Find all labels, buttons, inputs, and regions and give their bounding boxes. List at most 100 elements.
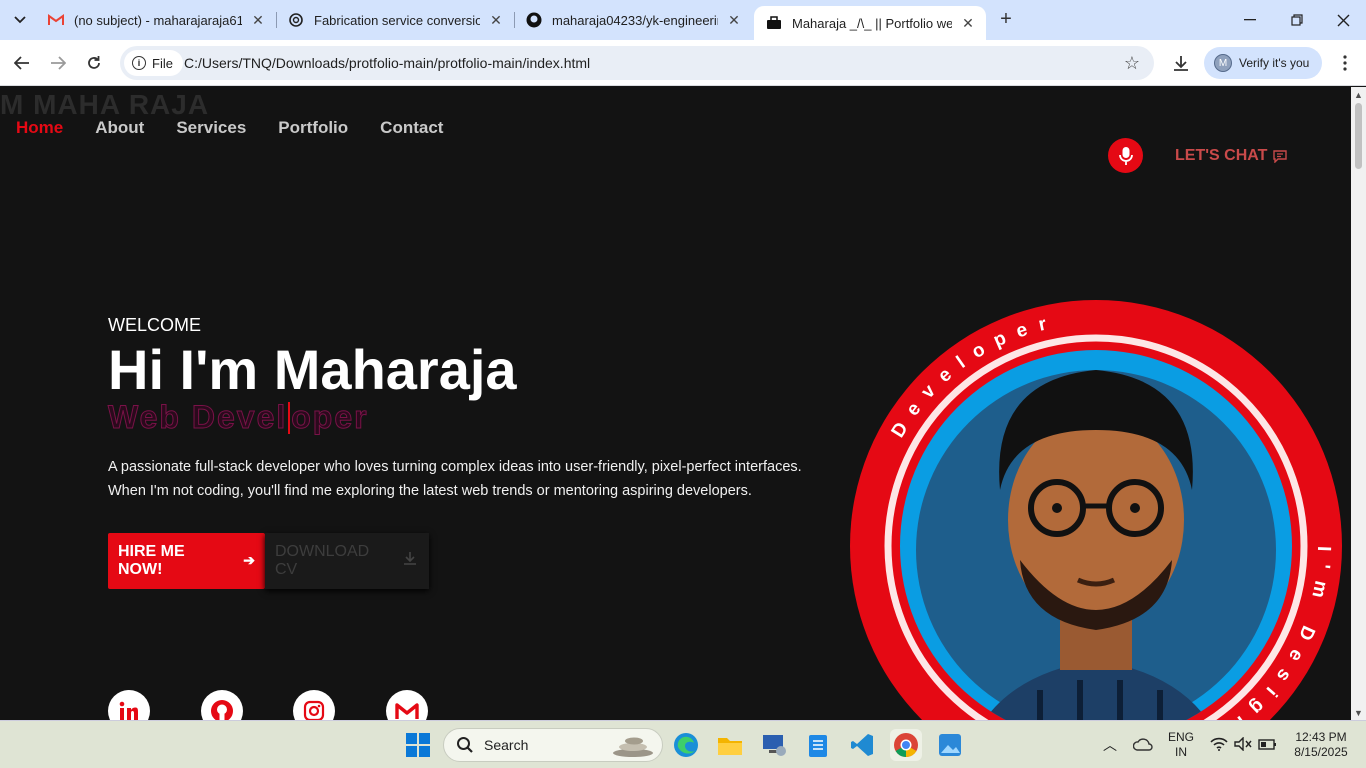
- reload-icon[interactable]: [84, 53, 104, 73]
- microphone-button[interactable]: [1108, 138, 1143, 173]
- stones-icon: [613, 737, 653, 757]
- nav-about[interactable]: About: [95, 118, 144, 138]
- hire-me-button[interactable]: HIRE ME NOW! ➔: [108, 533, 265, 589]
- photos-icon: [939, 734, 961, 756]
- remote-desktop-icon: [763, 735, 786, 756]
- lets-chat-label: LET'S CHAT: [1175, 147, 1268, 164]
- tab-github[interactable]: maharaja04233/yk-engineering ✕: [514, 0, 752, 40]
- github-link[interactable]: [201, 690, 243, 720]
- tab-title: Fabrication service conversion: [314, 12, 480, 28]
- scroll-down-icon[interactable]: ▼: [1354, 708, 1363, 718]
- region-code: IN: [1175, 745, 1187, 759]
- instagram-link[interactable]: [293, 690, 335, 720]
- description-line: A passionate full-stack developer who lo…: [108, 459, 802, 475]
- tab-title: maharaja04233/yk-engineering: [552, 12, 718, 28]
- chrome-icon: [894, 733, 918, 757]
- profile-portrait: I'm Designer Developer: [850, 300, 1342, 720]
- minimize-icon[interactable]: [1240, 10, 1260, 30]
- info-icon: i: [132, 56, 146, 70]
- restore-icon[interactable]: [1287, 10, 1307, 30]
- close-icon[interactable]: ✕: [488, 12, 504, 28]
- lets-chat-button[interactable]: LET'S CHAT: [1175, 147, 1288, 165]
- tab-gmail[interactable]: (no subject) - maharajaraja616@ ✕: [36, 0, 276, 40]
- verify-profile-button[interactable]: M Verify it's you: [1204, 47, 1322, 79]
- clock-date: 8/15/2025: [1294, 745, 1348, 759]
- site-info-chip[interactable]: i File: [124, 50, 183, 76]
- clock-time: 12:43 PM: [1295, 730, 1347, 744]
- volume-muted-icon[interactable]: [1234, 737, 1252, 751]
- tab-search-button[interactable]: [6, 7, 34, 33]
- description-line: When I'm not coding, you'll find me expl…: [108, 483, 752, 499]
- instagram-icon: [303, 700, 325, 720]
- file-explorer-app[interactable]: [714, 729, 746, 761]
- gmail-icon: [48, 12, 64, 28]
- microphone-icon: [1118, 146, 1133, 165]
- linkedin-icon: [119, 701, 138, 720]
- edge-icon: [674, 733, 698, 757]
- remote-desktop-app[interactable]: [758, 729, 790, 761]
- chrome-app[interactable]: [890, 729, 922, 761]
- tab-title: (no subject) - maharajaraja616@: [74, 12, 242, 28]
- chevron-up-icon[interactable]: ︿: [1103, 735, 1117, 755]
- nav-services[interactable]: Services: [176, 118, 246, 138]
- arrow-right-icon: ➔: [243, 552, 255, 568]
- start-button[interactable]: [402, 729, 434, 761]
- folder-icon: [718, 738, 742, 755]
- linkedin-link[interactable]: [108, 690, 150, 720]
- site-logo[interactable]: M MAHA RAJA: [0, 89, 209, 121]
- portfolio-page: M MAHA RAJA Home About Services Portfoli…: [0, 87, 1351, 720]
- taskbar-search[interactable]: Search: [443, 728, 663, 762]
- language-indicator[interactable]: ENG IN: [1168, 730, 1194, 760]
- download-icon[interactable]: [1171, 53, 1191, 73]
- avatar: M: [1214, 54, 1232, 72]
- bookmark-star-icon[interactable]: ☆: [1124, 53, 1140, 74]
- search-icon: [457, 737, 473, 753]
- vscode-icon: [851, 734, 873, 756]
- gmail-link[interactable]: [386, 690, 428, 720]
- clock[interactable]: 12:43 PM 8/15/2025: [1286, 730, 1356, 760]
- file-label: File: [152, 55, 173, 71]
- nav-portfolio[interactable]: Portfolio: [278, 118, 348, 138]
- main-nav: Home About Services Portfolio Contact: [16, 118, 443, 138]
- download-cv-button[interactable]: DOWNLOAD CV: [265, 533, 429, 589]
- gmail-icon: [395, 703, 419, 719]
- typing-caret: [288, 401, 291, 434]
- verify-label: Verify it's you: [1239, 56, 1310, 70]
- url-text[interactable]: C:/Users/TNQ/Downloads/protfolio-main/pr…: [184, 55, 590, 71]
- hero-description: A passionate full-stack developer who lo…: [108, 455, 828, 503]
- address-bar[interactable]: i File C:/Users/TNQ/Downloads/protfolio-…: [120, 46, 1154, 80]
- forward-icon[interactable]: [48, 53, 68, 73]
- language-code: ENG: [1168, 730, 1195, 744]
- openai-icon: [288, 12, 304, 28]
- onedrive-icon[interactable]: [1133, 737, 1153, 751]
- scroll-up-icon[interactable]: ▲: [1354, 90, 1363, 100]
- github-icon: [526, 12, 542, 28]
- browser-toolbar: i File C:/Users/TNQ/Downloads/protfolio-…: [0, 40, 1366, 86]
- more-menu-icon[interactable]: [1335, 53, 1355, 73]
- browser-tab-bar: (no subject) - maharajaraja616@ ✕ Fabric…: [0, 0, 1366, 40]
- wifi-icon[interactable]: [1210, 737, 1228, 751]
- nav-contact[interactable]: Contact: [380, 118, 443, 138]
- close-icon[interactable]: ✕: [960, 15, 976, 31]
- close-icon[interactable]: ✕: [250, 12, 266, 28]
- tab-title: Maharaja _/\_ || Portfolio webs: [792, 15, 952, 31]
- portfolio-icon: [766, 15, 782, 31]
- photos-app[interactable]: [934, 729, 966, 761]
- portrait-illustration: [916, 370, 1276, 720]
- notepad-app[interactable]: [802, 729, 834, 761]
- back-icon[interactable]: [12, 53, 32, 73]
- nav-home[interactable]: Home: [16, 118, 63, 138]
- edge-app[interactable]: [670, 729, 702, 761]
- search-placeholder: Search: [484, 737, 529, 753]
- close-icon[interactable]: ✕: [726, 12, 742, 28]
- close-window-icon[interactable]: [1333, 10, 1353, 30]
- new-tab-button[interactable]: +: [996, 9, 1016, 30]
- chat-bubble-icon: [1273, 149, 1288, 163]
- page-scrollbar[interactable]: ▲ ▼: [1351, 87, 1366, 720]
- typed-role: Web Devel oper: [107, 399, 369, 436]
- vscode-app[interactable]: [846, 729, 878, 761]
- battery-icon[interactable]: [1258, 737, 1278, 751]
- tab-chatgpt[interactable]: Fabrication service conversion ✕: [276, 0, 514, 40]
- tab-portfolio[interactable]: Maharaja _/\_ || Portfolio webs ✕: [754, 6, 986, 40]
- scrollbar-thumb[interactable]: [1355, 103, 1362, 169]
